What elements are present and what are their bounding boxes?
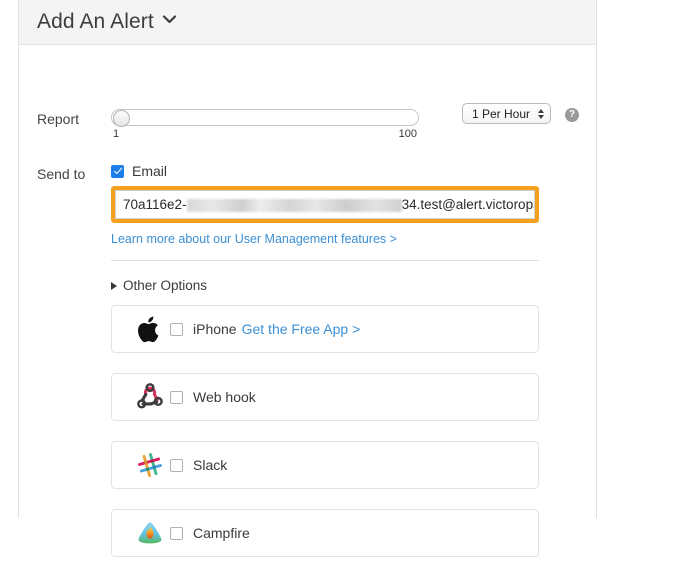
question-mark-icon[interactable]: ? bbox=[565, 108, 580, 122]
report-controls: 1 100 1 Per Hour ? bbox=[111, 103, 596, 143]
frequency-select[interactable]: 1 Per Hour bbox=[462, 103, 552, 124]
option-label-webhook: Web hook bbox=[193, 389, 256, 405]
email-checkbox[interactable] bbox=[111, 164, 124, 178]
option-card-webhook[interactable]: Web hook bbox=[111, 373, 539, 421]
other-options-label: Other Options bbox=[123, 278, 208, 293]
slider-max-label: 100 bbox=[398, 128, 417, 140]
send-to-label: Send to bbox=[37, 166, 86, 182]
option-checkbox-campfire[interactable] bbox=[170, 526, 183, 540]
left-gutter bbox=[0, 0, 18, 518]
option-card-slack[interactable]: Slack bbox=[111, 441, 539, 489]
option-label-iphone: iPhone bbox=[193, 321, 237, 337]
other-options-toggle[interactable]: Other Options bbox=[111, 278, 207, 293]
option-card-iphone[interactable]: iPhone Get the Free App > bbox=[111, 305, 539, 353]
option-label-slack: Slack bbox=[193, 457, 228, 473]
option-checkbox-slack[interactable] bbox=[170, 458, 183, 472]
email-field-highlight: 70a116e2- 34.test@alert.victorops.co bbox=[111, 186, 539, 223]
report-label: Report bbox=[37, 111, 80, 127]
email-value-prefix: 70a116e2- bbox=[123, 197, 187, 212]
email-redacted-mask bbox=[186, 198, 402, 212]
up-down-arrows-icon bbox=[538, 108, 545, 119]
slider-scale: 1 100 bbox=[111, 128, 419, 143]
option-cards-list: iPhone Get the Free App > Web hook Slack… bbox=[111, 305, 596, 557]
chevron-down-icon[interactable] bbox=[162, 11, 177, 29]
page-title: Add An Alert bbox=[37, 10, 154, 33]
right-blank-area bbox=[598, 0, 699, 518]
option-card-campfire[interactable]: Campfire bbox=[111, 509, 539, 557]
apple-logo-icon bbox=[130, 315, 170, 344]
email-input[interactable]: 70a116e2- 34.test@alert.victorops.co bbox=[115, 190, 535, 219]
triangle-right-icon bbox=[111, 281, 117, 290]
frequency-selected-value: 1 Per Hour bbox=[472, 106, 531, 121]
email-checkbox-row[interactable]: Email bbox=[111, 163, 596, 179]
slider-min-label: 1 bbox=[113, 128, 120, 140]
panel-body: Report 1 100 1 Per Hour ? Send to Email … bbox=[19, 45, 596, 577]
email-checkbox-label: Email bbox=[132, 163, 168, 179]
option-checkbox-iphone[interactable] bbox=[170, 322, 183, 336]
report-slider[interactable]: 1 100 bbox=[111, 103, 419, 143]
get-the-free-app-link[interactable]: Get the Free App > bbox=[242, 321, 361, 337]
app-root: Add An Alert Report 1 100 1 Per Hour ? S… bbox=[0, 0, 699, 557]
webhook-logo-icon bbox=[130, 383, 170, 411]
send-to-row: Send to Email 70a116e2- 34.test@alert.vic… bbox=[19, 143, 596, 577]
campfire-logo-icon bbox=[130, 519, 170, 547]
email-value-suffix: 34.test@alert.victorops.co bbox=[401, 197, 534, 212]
slider-thumb[interactable] bbox=[113, 110, 130, 127]
option-label-campfire: Campfire bbox=[193, 525, 250, 541]
slack-logo-icon bbox=[130, 451, 170, 479]
learn-more-link[interactable]: Learn more about our User Management fea… bbox=[111, 232, 397, 246]
add-alert-panel: Add An Alert Report 1 100 1 Per Hour ? S… bbox=[18, 0, 597, 557]
send-to-controls: Email 70a116e2- 34.test@alert.victorops.c… bbox=[111, 163, 596, 577]
panel-header: Add An Alert bbox=[19, 0, 596, 45]
report-row: Report 1 100 1 Per Hour ? bbox=[19, 45, 596, 143]
option-checkbox-webhook[interactable] bbox=[170, 390, 183, 404]
slider-track[interactable] bbox=[111, 109, 419, 127]
section-divider bbox=[111, 260, 539, 261]
